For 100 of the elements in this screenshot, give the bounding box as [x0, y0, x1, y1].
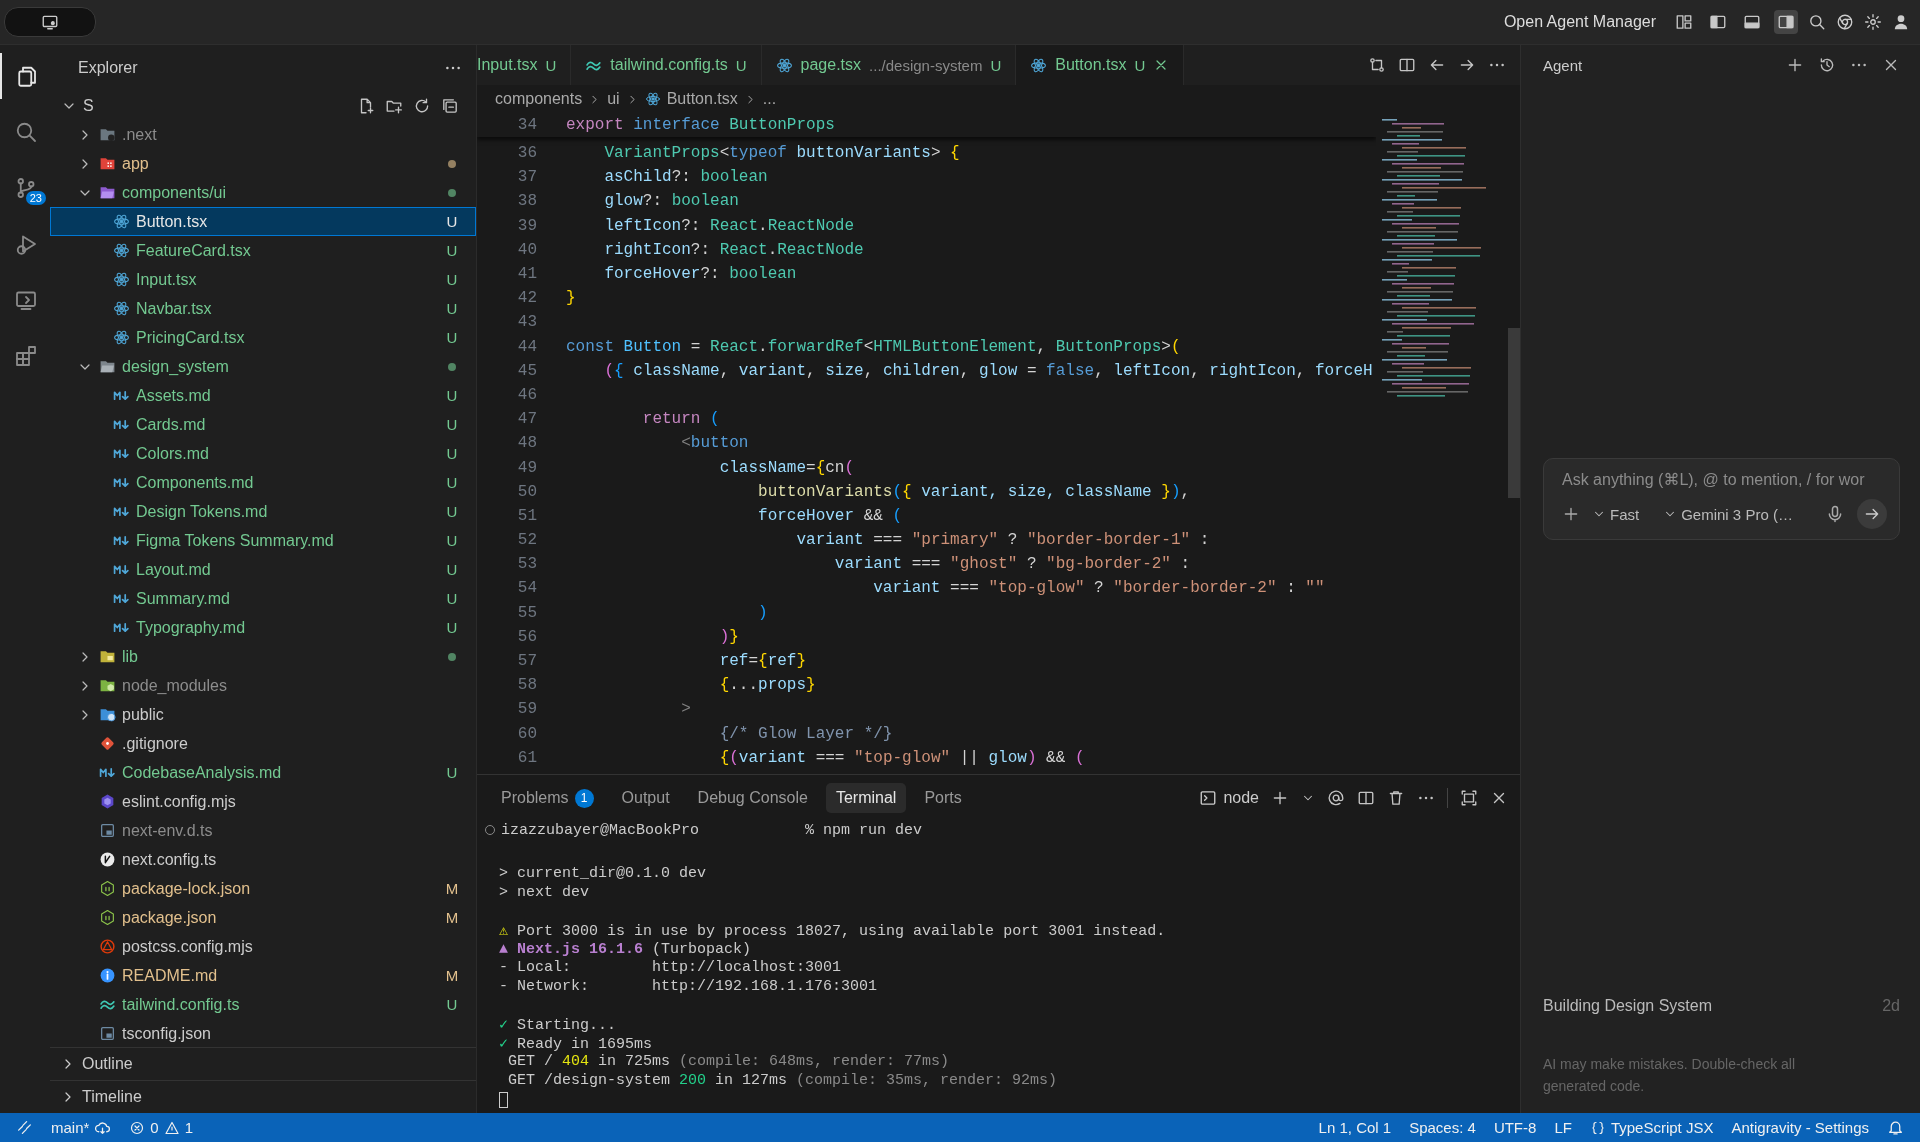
split-icon[interactable] [1357, 789, 1375, 807]
at-sign-icon[interactable] [1327, 789, 1345, 807]
activity-button[interactable]: 23 [0, 165, 50, 211]
file-tree-item[interactable]: Button.tsx U [50, 207, 476, 236]
file-tree-item[interactable]: .gitignore [50, 729, 476, 758]
editor-tab[interactable]: Input.tsx U [477, 45, 572, 85]
layout-toggle[interactable] [1774, 10, 1798, 34]
file-tree-item[interactable]: Navbar.tsx U [50, 294, 476, 323]
terminal-line: ▲ Next.js 16.1.6 (Turbopack) [499, 940, 752, 958]
breadcrumb-item[interactable]: ui [607, 90, 620, 108]
file-name: Button.tsx [136, 212, 209, 231]
status-item[interactable]: LF [1554, 1119, 1572, 1136]
file-tree-item[interactable]: CodebaseAnalysis.md U [50, 758, 476, 787]
plus-icon[interactable] [1271, 789, 1289, 807]
atom-icon [775, 56, 793, 74]
collapse-icon[interactable] [441, 96, 459, 115]
terminal-selector[interactable]: node [1199, 789, 1259, 807]
code-line: leftIcon?: React.ReactNode [603, 216, 855, 235]
line-number: 36 [516, 144, 537, 163]
panel-tab[interactable]: Debug Console [687, 783, 818, 813]
browser-icon[interactable] [1836, 13, 1854, 31]
file-name: tailwind.config.ts [122, 995, 241, 1014]
send-button[interactable] [1857, 499, 1887, 529]
file-tree-item[interactable]: .next [50, 120, 476, 149]
file-tree-item[interactable]: app [50, 149, 476, 178]
bell-icon[interactable] [1887, 1119, 1904, 1136]
code-line: const Button = React.forwardRef<HTMLButtonElement, ButtonProps>( [566, 337, 1181, 356]
file-tree-item[interactable]: Cards.md U [50, 410, 476, 439]
agent-manager-link[interactable]: Open Agent Manager [1503, 13, 1656, 31]
file-tree-item[interactable]: next.config.ts [50, 845, 476, 874]
file-tree-item[interactable]: Colors.md U [50, 439, 476, 468]
sidebar-icon [1709, 13, 1727, 31]
settings-icon[interactable] [1864, 13, 1882, 31]
file-tree-item[interactable]: Typography.md U [50, 613, 476, 642]
panel-tab[interactable]: Ports [914, 783, 972, 813]
model-dropdown[interactable]: Gemini 3 Pro (… [1663, 505, 1793, 523]
file-tree-item[interactable]: design_system [50, 352, 476, 381]
file-tree-item[interactable]: Components.md U [50, 468, 476, 497]
file-tree-item[interactable]: Layout.md U [50, 555, 476, 584]
file-tree-item[interactable]: eslint.config.mjs [50, 787, 476, 816]
split-editor-icon[interactable] [1398, 56, 1416, 74]
file-tree-item[interactable]: lib [50, 642, 476, 671]
history-icon[interactable] [1818, 56, 1836, 74]
account-icon[interactable] [1892, 13, 1910, 31]
file-tree-item[interactable]: tailwind.config.ts U [50, 990, 476, 1019]
terminal-line: - Local: http://localhost:3001 [499, 959, 842, 977]
status-item[interactable]: UTF-8 [1493, 1119, 1537, 1136]
panel-icon [1743, 13, 1761, 31]
file-tree-item[interactable]: Figma Tokens Summary.md U [50, 526, 476, 555]
file-tree-item[interactable]: Design Tokens.md U [50, 497, 476, 526]
editor-tab[interactable]: tailwind.config.ts U [571, 45, 762, 85]
search-icon[interactable] [1808, 13, 1826, 31]
file-tree-item[interactable]: package.json M [50, 903, 476, 932]
file-tree-item[interactable]: README.md M [50, 961, 476, 990]
file-tree-item[interactable]: postcss.config.mjs [50, 932, 476, 961]
language-status[interactable]: TypeScript JSX [1589, 1119, 1714, 1136]
refresh-icon[interactable] [413, 96, 431, 115]
file-tree-item[interactable]: components/ui [50, 178, 476, 207]
file-tree-item[interactable]: S [50, 91, 476, 120]
breadcrumb-item[interactable]: components [495, 90, 583, 108]
code-line: forceHover?: boolean [603, 265, 797, 284]
panel-tab[interactable]: Terminal [825, 783, 907, 813]
line-number: 53 [516, 555, 537, 574]
remote-icon[interactable] [16, 1119, 33, 1136]
branch-status[interactable]: main* [51, 1119, 112, 1136]
status-item[interactable]: Spaces: 4 [1409, 1119, 1476, 1136]
file-tree-item[interactable]: Assets.md U [50, 381, 476, 410]
plus-icon[interactable] [1786, 56, 1804, 74]
mode-dropdown[interactable]: Fast [1592, 505, 1640, 523]
file-tree-item[interactable]: tsconfig.json [50, 1019, 476, 1047]
breadcrumb-item[interactable]: ... [762, 90, 777, 108]
code-line: variant === "ghost" ? "bg-border-2" : [833, 555, 1191, 574]
file-tree-item[interactable]: package-lock.json M [50, 874, 476, 903]
chat-input[interactable]: Ask anything (⌘L), @ to mention, / for wor [1562, 471, 1887, 489]
file-tree-item[interactable]: Summary.md U [50, 584, 476, 613]
file-tree-item[interactable]: FeatureCard.tsx U [50, 236, 476, 265]
file-tree-item[interactable]: PricingCard.tsx U [50, 323, 476, 352]
file-tree-item[interactable]: next-env.d.ts [50, 816, 476, 845]
status-item[interactable]: Ln 1, Col 1 [1318, 1119, 1392, 1136]
line-number: 34 [516, 116, 537, 134]
file-tree-item[interactable]: Input.tsx U [50, 265, 476, 294]
maximize-icon[interactable] [1460, 789, 1478, 807]
settings-status[interactable]: Antigravity - Settings [1731, 1119, 1869, 1136]
conversation-title[interactable]: Building Design System [1543, 997, 1712, 1015]
line-number: 60 [516, 724, 537, 743]
panel-tab[interactable]: Output [611, 783, 680, 813]
trash-icon[interactable] [1387, 789, 1405, 807]
problems-status[interactable]: 0 1 [129, 1119, 194, 1136]
breadcrumb-item[interactable]: Button.tsx [666, 90, 738, 108]
plus-icon[interactable] [1562, 505, 1580, 523]
section-header[interactable]: Outline [50, 1047, 476, 1080]
window-button[interactable] [4, 7, 96, 37]
scrollbar-thumb[interactable] [1508, 328, 1520, 498]
file-tree-item[interactable]: public [50, 700, 476, 729]
compare-icon[interactable] [1368, 56, 1386, 74]
line-number: 44 [516, 337, 537, 356]
editor-tab[interactable]: Button.tsx U [1016, 45, 1185, 85]
file-tree-item[interactable]: node_modules [50, 671, 476, 700]
panel-tab[interactable]: Problems 1 [491, 782, 604, 814]
code-line: {(variant === "top-glow" || glow) && ( [718, 748, 1085, 767]
